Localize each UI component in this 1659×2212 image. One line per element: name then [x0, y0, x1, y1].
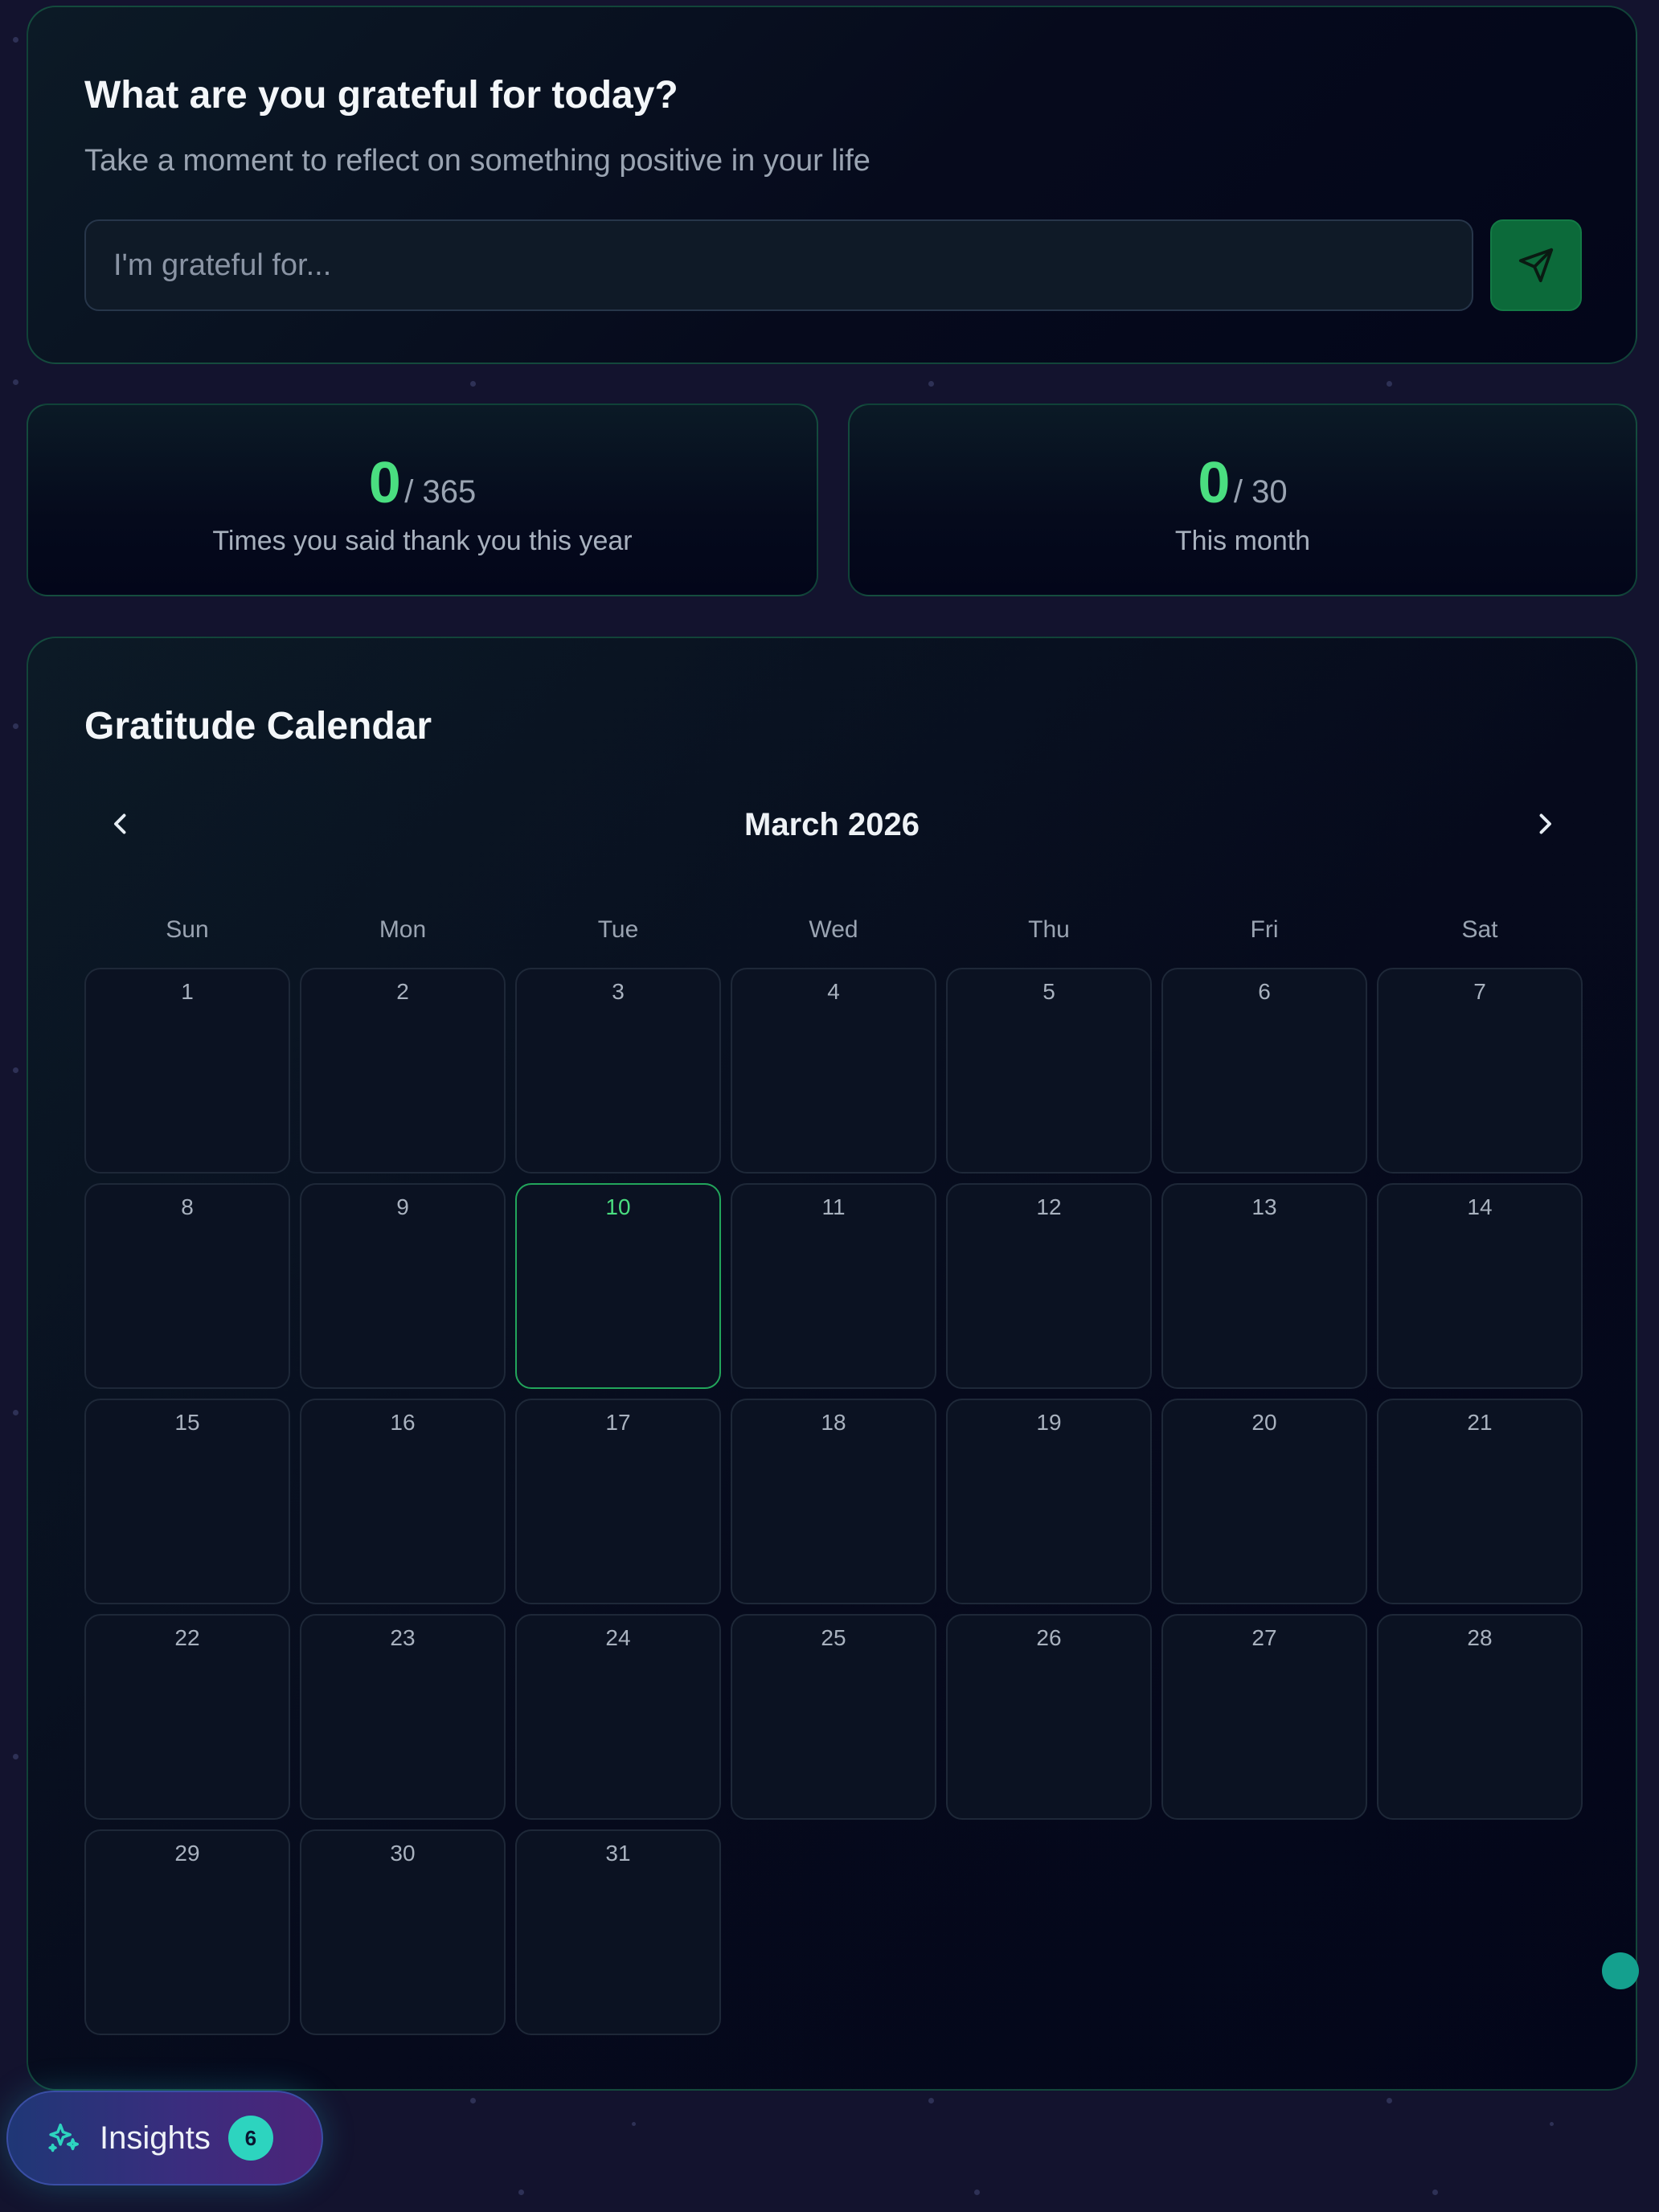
weekday-header-row: Sun Mon Tue Wed Thu Fri Sat — [84, 916, 1583, 944]
scroll-indicator[interactable] — [1602, 1952, 1639, 1989]
year-count: 0 — [368, 451, 401, 515]
calendar-day[interactable]: 18 — [731, 1399, 936, 1604]
stat-card-year: 0 / 365 Times you said thank you this ye… — [27, 403, 818, 596]
insights-label: Insights — [100, 2120, 211, 2156]
background-dot — [13, 1754, 18, 1759]
calendar-day[interactable]: 17 — [515, 1399, 721, 1604]
background-dot — [13, 1410, 18, 1415]
background-dot — [1432, 2189, 1438, 2195]
background-dot — [470, 2098, 476, 2103]
insights-button[interactable]: Insights 6 — [6, 2091, 323, 2185]
background-dot — [1387, 381, 1392, 387]
weekday-label: Sun — [166, 916, 209, 943]
gratitude-input[interactable] — [84, 219, 1473, 311]
calendar-month-label: March 2026 — [744, 807, 920, 842]
weekday-label: Thu — [1028, 916, 1070, 943]
background-dot — [13, 723, 18, 729]
send-icon — [1518, 248, 1554, 283]
year-label: Times you said thank you this year — [212, 526, 633, 556]
calendar-day[interactable]: 22 — [84, 1614, 290, 1820]
calendar-day[interactable]: 30 — [300, 1829, 506, 2035]
calendar-day[interactable]: 12 — [946, 1183, 1152, 1389]
background-dot — [928, 2098, 934, 2103]
background-dot — [1550, 2122, 1554, 2126]
calendar-day-today[interactable]: 10 — [515, 1183, 721, 1389]
background-dot — [13, 37, 18, 43]
background-dot — [470, 381, 476, 387]
background-dot — [974, 2189, 980, 2195]
background-dot — [13, 1067, 18, 1073]
calendar-day[interactable]: 27 — [1161, 1614, 1367, 1820]
calendar-day[interactable]: 4 — [731, 968, 936, 1174]
background-dot — [632, 2122, 636, 2126]
calendar-day[interactable]: 31 — [515, 1829, 721, 2035]
calendar-day[interactable]: 11 — [731, 1183, 936, 1389]
calendar-day[interactable]: 29 — [84, 1829, 290, 2035]
calendar-day[interactable]: 28 — [1377, 1614, 1583, 1820]
next-month-button[interactable] — [1517, 796, 1573, 852]
chevron-right-icon — [1539, 813, 1551, 834]
calendar-day[interactable]: 6 — [1161, 968, 1367, 1174]
year-total: / 365 — [404, 474, 477, 510]
calendar-day[interactable]: 3 — [515, 968, 721, 1174]
gratitude-subtitle: Take a moment to reflect on something po… — [84, 144, 870, 178]
calendar-day[interactable]: 26 — [946, 1614, 1152, 1820]
stat-card-month: 0 / 30 This month — [848, 403, 1637, 596]
send-button[interactable] — [1490, 219, 1582, 311]
month-count: 0 — [1198, 451, 1231, 515]
calendar-day[interactable]: 24 — [515, 1614, 721, 1820]
weekday-label: Fri — [1250, 916, 1279, 943]
calendar-day[interactable]: 16 — [300, 1399, 506, 1604]
calendar-day[interactable]: 20 — [1161, 1399, 1367, 1604]
weekday-label: Tue — [597, 916, 639, 943]
sparkles-icon — [48, 2123, 79, 2153]
calendar-day[interactable]: 2 — [300, 968, 506, 1174]
background-dot — [1387, 2098, 1392, 2103]
weekday-label: Wed — [809, 916, 858, 943]
calendar-day[interactable]: 1 — [84, 968, 290, 1174]
gratitude-title: What are you grateful for today? — [84, 74, 678, 117]
calendar-day[interactable]: 14 — [1377, 1183, 1583, 1389]
calendar-day[interactable]: 23 — [300, 1614, 506, 1820]
calendar-day[interactable]: 25 — [731, 1614, 936, 1820]
month-label: This month — [1174, 526, 1311, 556]
calendar-day[interactable]: 7 — [1377, 968, 1583, 1174]
calendar-day[interactable]: 13 — [1161, 1183, 1367, 1389]
calendar-day[interactable]: 19 — [946, 1399, 1152, 1604]
background-dot — [13, 379, 18, 385]
background-dot — [928, 381, 934, 387]
gratitude-calendar: Gratitude Calendar March 2026 Sun Mon Tue W… — [27, 637, 1637, 2091]
weekday-label: Mon — [379, 916, 427, 943]
month-total: / 30 — [1233, 474, 1288, 510]
background-dot — [518, 2189, 524, 2195]
calendar-day[interactable]: 8 — [84, 1183, 290, 1389]
gratitude-card: What are you grateful for today? Take a … — [27, 6, 1637, 364]
calendar-day[interactable]: 21 — [1377, 1399, 1583, 1604]
insights-count-badge: 6 — [227, 2116, 273, 2161]
calendar-day[interactable]: 15 — [84, 1399, 290, 1604]
weekday-label: Sat — [1461, 916, 1498, 943]
calendar-day[interactable]: 5 — [946, 968, 1152, 1174]
calendar-day[interactable]: 9 — [300, 1183, 506, 1389]
calendar-title: Gratitude Calendar — [84, 705, 432, 748]
calendar-day-grid: 1 2 3 4 5 6 7 8 9 10 11 12 13 14 15 16 17 18 19 20 21 22 23 24 2… — [84, 968, 1583, 2035]
